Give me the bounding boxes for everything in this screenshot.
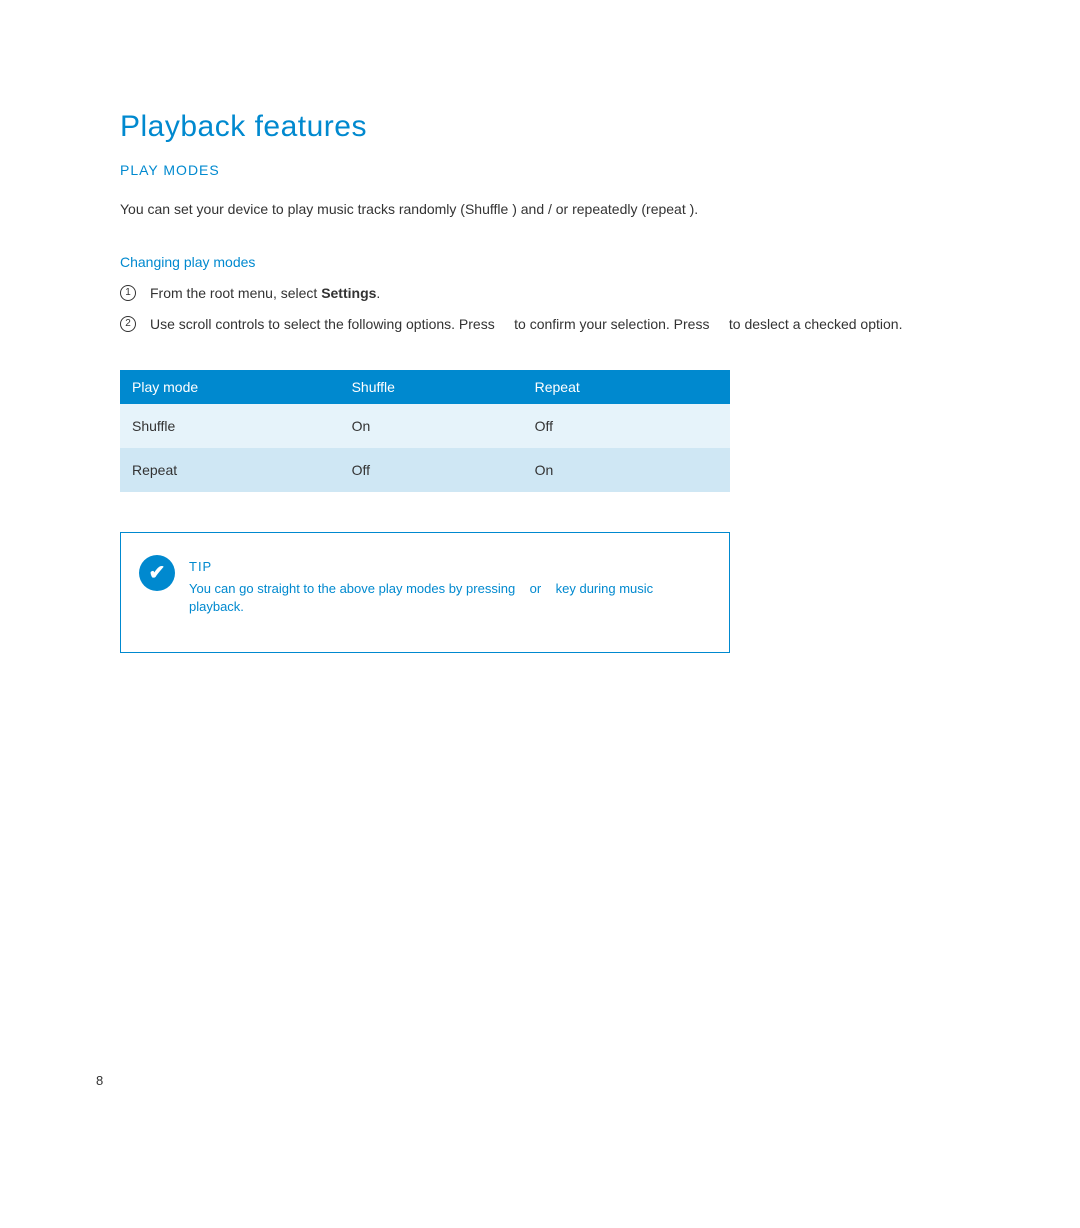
step-2: 2 Use scroll controls to select the foll… (120, 315, 960, 334)
table-cell: Off (340, 448, 523, 492)
step-text-post: . (376, 285, 380, 301)
step-number-icon: 2 (120, 316, 136, 332)
tip-label: TIP (189, 559, 711, 574)
table-row: Shuffle On Off (120, 404, 730, 448)
document-page: Playback features PLAY MODES You can set… (0, 0, 1080, 653)
intro-text: You can set your device to play music tr… (120, 200, 960, 218)
section-title: PLAY MODES (120, 162, 960, 178)
play-mode-table: Play mode Shuffle Repeat Shuffle On Off … (120, 370, 730, 492)
step-text: From the root menu, select (150, 285, 321, 301)
table-header: Shuffle (340, 370, 523, 404)
step-body: From the root menu, select Settings. (150, 284, 960, 303)
table-header: Repeat (523, 370, 730, 404)
tip-box: ✔ TIP You can go straight to the above p… (120, 532, 730, 653)
table-cell: Off (523, 404, 730, 448)
table-cell: On (340, 404, 523, 448)
table-cell: Shuffle (120, 404, 340, 448)
steps-list: 1 From the root menu, select Settings. 2… (120, 284, 960, 334)
step-number-icon: 1 (120, 285, 136, 301)
page-title: Playback features (120, 110, 960, 144)
table-cell: Repeat (120, 448, 340, 492)
step-body: Use scroll controls to select the follow… (150, 315, 960, 334)
step-bold: Settings (321, 285, 376, 301)
table-row: Repeat Off On (120, 448, 730, 492)
page-number: 8 (96, 1073, 103, 1088)
table-header: Play mode (120, 370, 340, 404)
checkmark-icon: ✔ (139, 555, 175, 591)
table-cell: On (523, 448, 730, 492)
tip-content: TIP You can go straight to the above pla… (189, 555, 711, 616)
step-1: 1 From the root menu, select Settings. (120, 284, 960, 303)
table-header-row: Play mode Shuffle Repeat (120, 370, 730, 404)
subheading: Changing play modes (120, 254, 960, 270)
tip-text: You can go straight to the above play mo… (189, 580, 711, 616)
